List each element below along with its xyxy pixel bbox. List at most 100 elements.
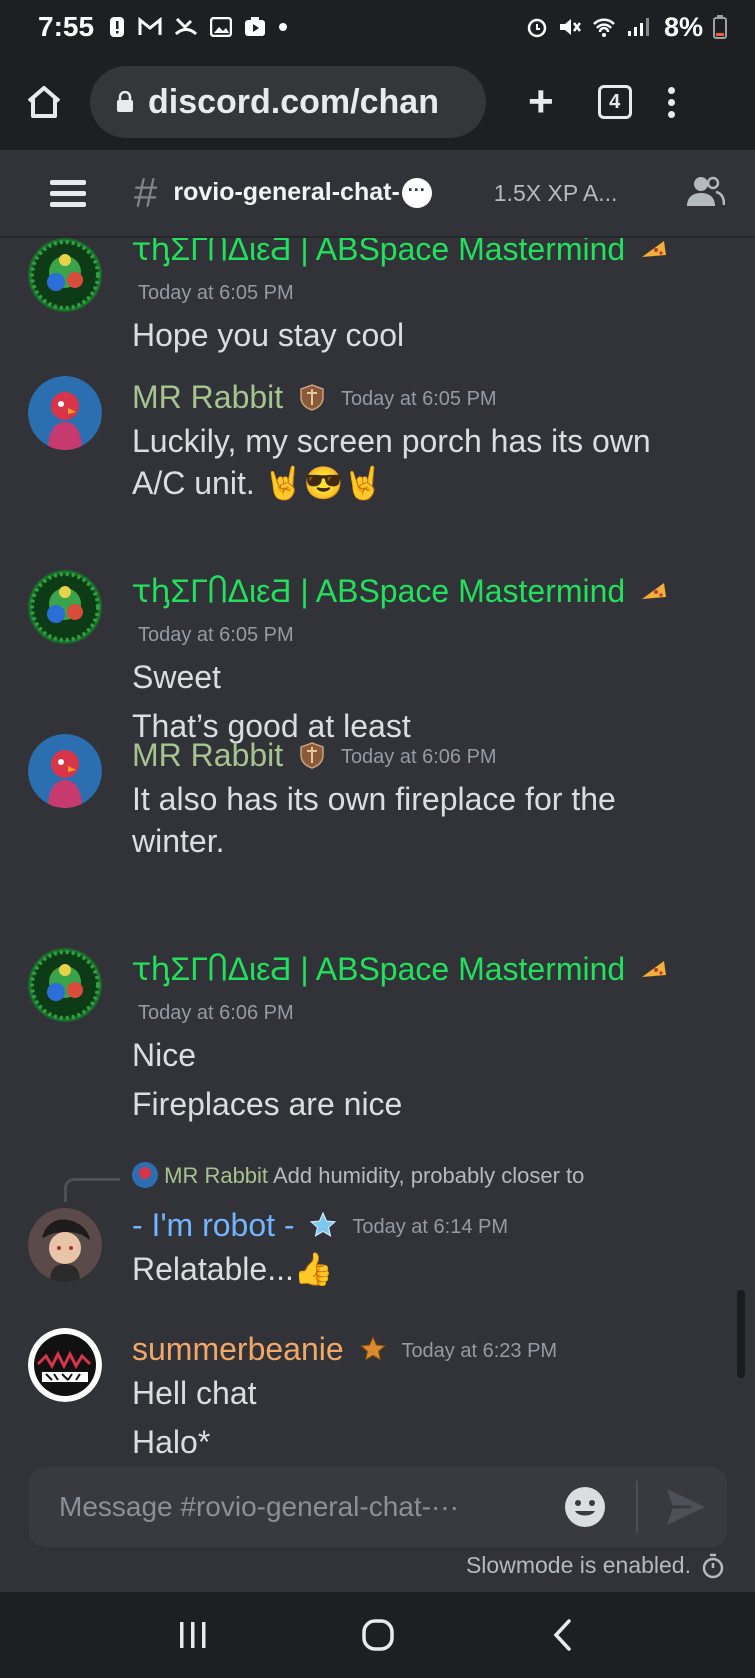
message-composer xyxy=(29,1467,727,1547)
emoji-button[interactable] xyxy=(564,1486,606,1528)
message-timestamp: Today at 6:05 PM xyxy=(138,624,294,646)
message-author[interactable]: ꚍꞕΣГႶΔιεƋ | ABSpace Mastermind xyxy=(132,238,625,267)
message-item: ꚍꞕΣГႶΔιεƋ | ABSpace Mastermind Today at … xyxy=(28,238,728,353)
shield-icon xyxy=(300,742,324,769)
message-author[interactable]: summerbeanie xyxy=(132,1331,344,1367)
slowmode-text: Slowmode is enabled. xyxy=(465,1552,691,1578)
home-nav-button[interactable] xyxy=(353,1615,403,1655)
message-input[interactable] xyxy=(59,1491,489,1523)
message-text: Luckily, my screen porch has its own A/C… xyxy=(132,423,651,501)
message-item: ꚍꞕΣГႶΔιεƋ | ABSpace Mastermind Today at … xyxy=(28,948,728,1122)
home-icon xyxy=(27,86,61,118)
message-text: Fireplaces are nice xyxy=(132,1086,403,1122)
reply-author: MR Rabbit xyxy=(164,1163,269,1188)
message-text: Sweet xyxy=(132,659,221,695)
recents-button[interactable] xyxy=(168,1615,218,1655)
message-timestamp: Today at 6:23 PM xyxy=(401,1340,558,1362)
system-nav-bar xyxy=(0,1592,755,1678)
browser-toolbar: discord.com/chan + 4 xyxy=(0,54,755,150)
back-icon xyxy=(553,1619,571,1651)
missed-call-icon xyxy=(174,17,198,36)
status-bar: 7:55 8% xyxy=(0,0,755,54)
timer-icon xyxy=(702,1553,724,1578)
home-circle-icon xyxy=(361,1619,394,1651)
lock-icon xyxy=(117,91,133,112)
mute-icon xyxy=(559,19,581,35)
message-text: It also has its own fireplace for the wi… xyxy=(132,781,616,859)
channel-name[interactable]: rovio-general-chat- ··· xyxy=(173,178,432,209)
avatar[interactable] xyxy=(28,238,102,312)
menu-button[interactable] xyxy=(50,179,86,207)
avatar[interactable] xyxy=(28,1328,102,1402)
clock: 7:55 xyxy=(38,11,95,42)
youtube-icon xyxy=(245,17,266,36)
message-text: Hell chat xyxy=(132,1375,257,1411)
gallery-icon xyxy=(210,17,233,37)
send-icon xyxy=(667,1489,705,1525)
message-author[interactable]: - I'm robot - xyxy=(132,1207,295,1243)
recents-icon xyxy=(179,1622,205,1648)
reply-connector xyxy=(64,1178,120,1202)
avatar[interactable] xyxy=(28,948,102,1022)
alarm-icon xyxy=(527,18,547,38)
browser-menu-button[interactable] xyxy=(667,86,675,118)
message-timestamp: Today at 6:14 PM xyxy=(352,1216,509,1238)
home-button[interactable] xyxy=(22,80,66,124)
battery-percent: 8% xyxy=(663,11,703,42)
pizza-icon xyxy=(642,583,667,599)
message-author[interactable]: ꚍꞕΣГႶΔιεƋ | ABSpace Mastermind xyxy=(132,573,625,609)
smiley-icon xyxy=(565,1487,605,1527)
message-text: Hope you stay cool xyxy=(132,317,405,353)
avatar[interactable] xyxy=(28,734,102,808)
avatar[interactable] xyxy=(28,1208,102,1282)
message-item: ꚍꞕΣГႶΔιεƋ | ABSpace Mastermind Today at … xyxy=(28,570,728,744)
message-item: MR Rabbit Today at 6:05 PM Luckily, my s… xyxy=(28,376,728,516)
reply-text: Add humidity, probably closer to xyxy=(272,1163,585,1188)
speech-bubble-icon: ··· xyxy=(401,178,432,209)
alert-icon xyxy=(110,17,125,37)
dot-icon xyxy=(279,23,288,31)
gmail-icon xyxy=(138,17,162,35)
reply-preview[interactable]: MR Rabbit Add humidity, probably closer … xyxy=(132,1162,652,1189)
hashtag-icon: # xyxy=(134,169,158,216)
message-item: summerbeanie Today at 6:23 PM Hell chat … xyxy=(28,1328,728,1458)
send-button[interactable] xyxy=(665,1487,707,1527)
back-button[interactable] xyxy=(538,1615,588,1655)
avatar[interactable] xyxy=(28,376,102,450)
new-tab-button[interactable]: + xyxy=(528,77,554,127)
signal-icon xyxy=(627,18,649,36)
wifi-icon xyxy=(593,18,615,37)
message-text: Halo* xyxy=(132,1424,211,1458)
message-item: MR Rabbit Add humidity, probably closer … xyxy=(28,1162,728,1292)
message-item: MR Rabbit Today at 6:06 PM It also has i… xyxy=(28,734,728,874)
avatar xyxy=(132,1162,158,1188)
message-timestamp: Today at 6:05 PM xyxy=(340,388,497,410)
notification-icons xyxy=(108,16,288,38)
tab-switcher-button[interactable]: 4 xyxy=(597,85,632,119)
address-bar[interactable]: discord.com/chan xyxy=(90,66,486,138)
message-timestamp: Today at 6:06 PM xyxy=(340,746,497,768)
message-timestamp: Today at 6:06 PM xyxy=(138,1002,294,1024)
message-author[interactable]: MR Rabbit xyxy=(132,737,283,773)
shield-icon xyxy=(300,384,324,411)
system-icons: 8% xyxy=(526,12,727,43)
slowmode-notice: Slowmode is enabled. xyxy=(466,1552,725,1579)
member-list-button[interactable] xyxy=(685,174,726,213)
message-author[interactable]: MR Rabbit xyxy=(132,379,283,415)
scrollbar[interactable] xyxy=(737,1290,745,1378)
url-text: discord.com/chan xyxy=(148,82,439,121)
pizza-icon xyxy=(642,241,667,257)
pizza-icon xyxy=(642,961,667,977)
message-list[interactable]: ꚍꞕΣГႶΔιεƋ | ABSpace Mastermind Today at … xyxy=(0,238,755,1458)
battery-icon xyxy=(713,15,727,39)
composer-divider xyxy=(636,1481,638,1533)
avatar[interactable] xyxy=(28,570,102,644)
message-timestamp: Today at 6:05 PM xyxy=(138,282,294,304)
channel-topic[interactable]: 1.5X XP A... xyxy=(494,180,618,207)
message-text: Relatable...👍 xyxy=(132,1251,334,1287)
message-author[interactable]: ꚍꞕΣГႶΔιεƋ | ABSpace Mastermind xyxy=(132,951,625,987)
star-icon xyxy=(310,1211,337,1237)
star-icon xyxy=(359,1335,386,1361)
members-icon xyxy=(687,176,726,206)
message-text: Nice xyxy=(132,1037,197,1073)
